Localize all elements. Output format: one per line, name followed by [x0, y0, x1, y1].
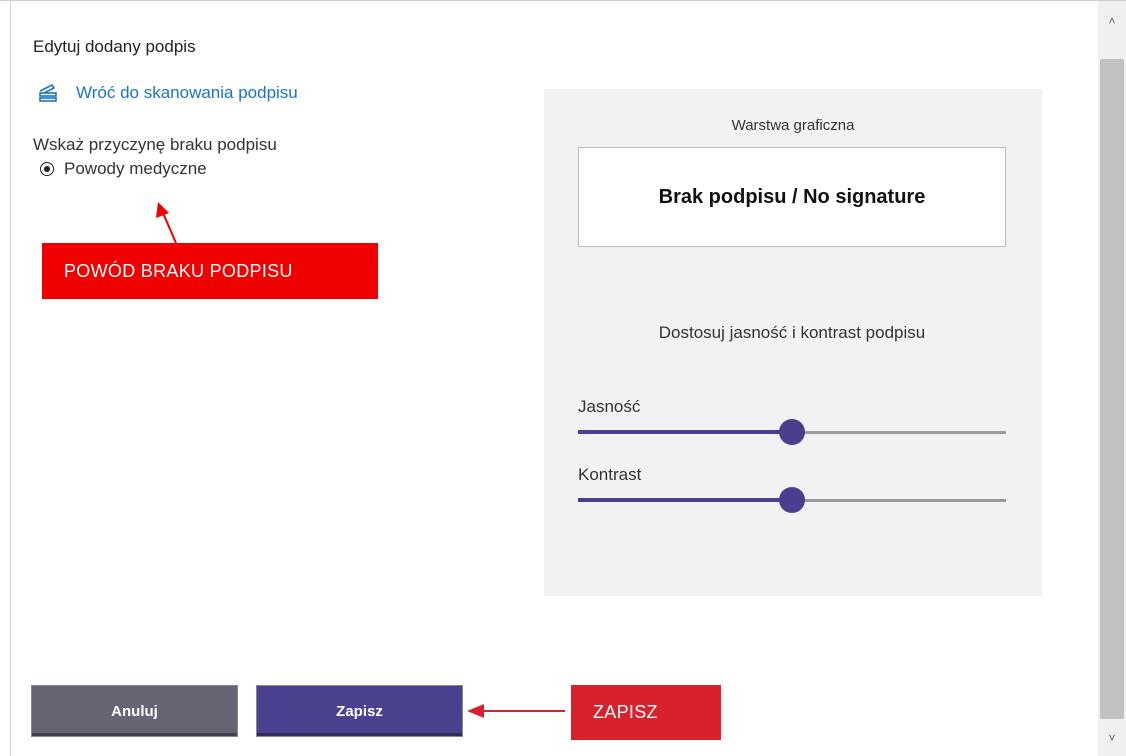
chevron-down-icon[interactable]: ˅	[1098, 728, 1126, 748]
signature-preview-panel: Warstwa graficzna Brak podpisu / No sign…	[544, 89, 1042, 596]
dialog-title: Edytuj dodany podpis	[33, 37, 196, 56]
brightness-label: Jasność	[578, 397, 641, 416]
reason-option-label: Powody medyczne	[64, 159, 207, 178]
slider-thumb[interactable]	[779, 419, 805, 445]
dialog-left-edge	[0, 1, 11, 756]
contrast-slider[interactable]	[578, 487, 1006, 513]
annotation-arrow-save	[467, 704, 565, 718]
annotation-save-box: ZAPISZ	[571, 685, 721, 740]
radio-button-selected[interactable]	[40, 162, 54, 176]
reason-option-medical[interactable]: Powody medyczne	[40, 159, 207, 179]
scanner-icon	[39, 83, 57, 102]
vertical-scrollbar[interactable]: ˄ ˅	[1098, 1, 1126, 756]
slider-fill	[578, 430, 792, 434]
slider-fill	[578, 498, 792, 502]
brightness-slider[interactable]	[578, 419, 1006, 445]
annotation-reason-box: POWÓD BRAKU PODPISU	[42, 243, 378, 299]
reason-label: Wskaż przyczynę braku podpisu	[33, 135, 277, 154]
cancel-button[interactable]: Anuluj	[31, 685, 238, 737]
back-to-scan-link[interactable]: Wróć do skanowania podpisu	[38, 83, 298, 103]
contrast-label: Kontrast	[578, 465, 642, 484]
back-link-label: Wróć do skanowania podpisu	[76, 83, 298, 102]
slider-thumb[interactable]	[779, 487, 805, 513]
adjust-title: Dostosuj jasność i kontrast podpisu	[658, 323, 926, 342]
edit-signature-dialog: Edytuj dodany podpis Wróć do skanowania …	[0, 0, 1126, 756]
signature-text: Brak podpisu / No signature	[658, 185, 926, 208]
graphic-layer-title: Warstwa graficzna	[731, 117, 855, 134]
scrollbar-thumb[interactable]	[1100, 59, 1124, 719]
annotation-arrow-reason	[156, 202, 177, 244]
save-button[interactable]: Zapisz	[256, 685, 463, 737]
chevron-up-icon[interactable]: ˄	[1098, 11, 1126, 31]
signature-preview-box: Brak podpisu / No signature	[578, 147, 1006, 247]
